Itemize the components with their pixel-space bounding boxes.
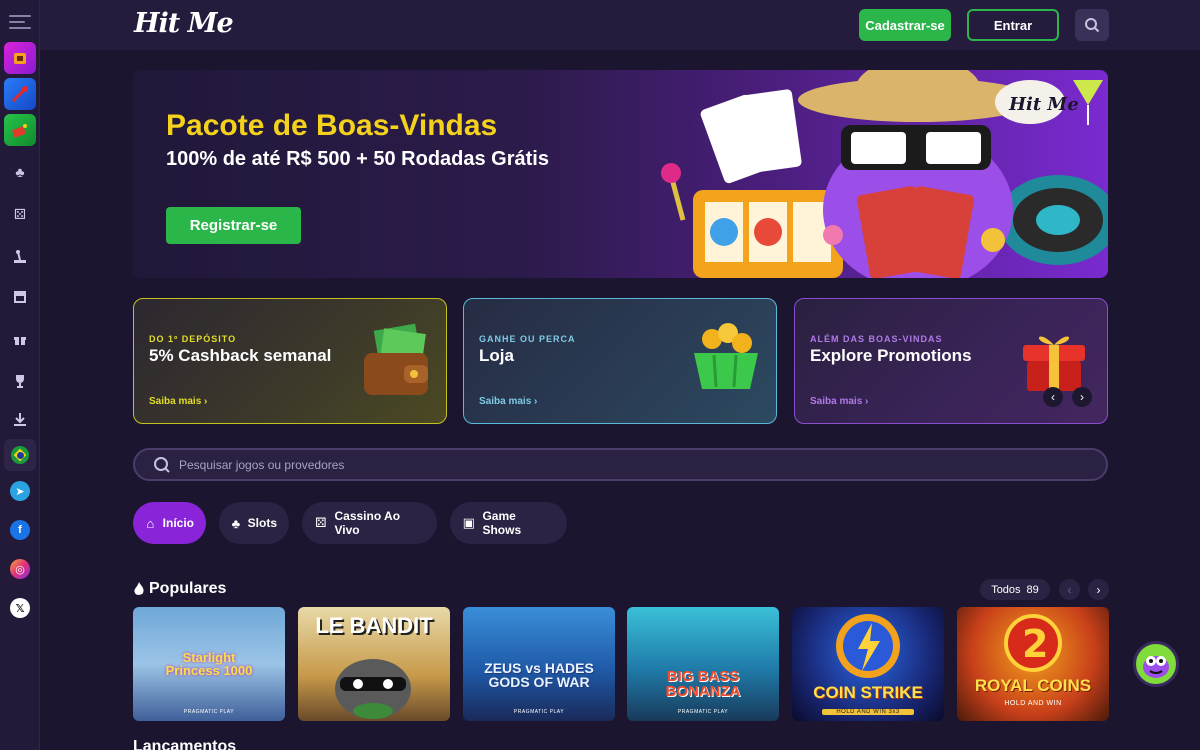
banner-title: Pacote de Boas-Vindas [166, 109, 498, 142]
game-provider: HOLD AND WIN 3x3 [822, 709, 914, 715]
promo-kicker: GANHE OU PERCA [479, 334, 576, 344]
banner-subtitle: 100% de até R$ 500 + 50 Rodadas Grátis [166, 148, 549, 170]
instagram-icon[interactable]: ◎ [4, 553, 36, 585]
download-icon[interactable] [4, 403, 36, 435]
store-icon[interactable] [4, 280, 36, 312]
game-title: BIG BASS BONANZA [665, 668, 741, 700]
game-tile[interactable]: BIG BASS BONANZA PRAGMATIC PLAY [627, 607, 779, 721]
promo-card-cashback[interactable]: DO 1º DEPÓSITO 5% Cashback semanal Saiba… [133, 298, 447, 424]
search-input[interactable] [179, 455, 979, 475]
tab-label: Slots [247, 516, 277, 530]
signup-button[interactable]: Cadastrar-se [859, 9, 951, 41]
game-search-bar[interactable] [133, 448, 1108, 481]
gift-box-icon [1023, 336, 1085, 391]
number-two-badge: 2 [1004, 614, 1062, 672]
game-provider: PRAGMATIC PLAY [183, 709, 235, 715]
game-tile[interactable]: LE BANDIT [298, 607, 450, 721]
section-label: Populares [149, 580, 227, 597]
welcome-banner[interactable]: Pacote de Boas-Vindas 100% de até R$ 500… [133, 70, 1108, 278]
register-button[interactable]: Registrar-se [166, 207, 301, 244]
search-button[interactable] [1075, 9, 1109, 41]
promo-kicker: ALÉM DAS BOAS-VINDAS [810, 334, 943, 344]
raccoon-illustration [335, 659, 411, 719]
see-all-count: 89 [1026, 583, 1039, 596]
tab-slots[interactable]: ♣ Slots [219, 502, 289, 544]
mascot-icon [1143, 656, 1169, 678]
promo-tile-1[interactable] [4, 42, 36, 74]
svg-text:2: 2 [1022, 622, 1048, 666]
sidebar: ♣ ⚄ ➤ f ◎ 𝕏 [0, 0, 40, 750]
live-casino-icon[interactable]: ⚄ [4, 198, 36, 230]
tab-label: Game Shows [482, 509, 522, 537]
fire-icon [134, 582, 144, 595]
cherries-icon: ♣ [231, 515, 241, 531]
learn-more-link[interactable]: Saiba mais › [149, 396, 207, 407]
home-icon: ⌂ [146, 515, 155, 531]
wallet-icon [364, 323, 428, 395]
section-title-new-releases: Lançamentos [133, 738, 237, 750]
next-arrow-button[interactable]: › [1088, 579, 1109, 600]
promo-title: Loja [479, 346, 514, 365]
prev-arrow-button[interactable]: ‹ [1059, 579, 1080, 600]
game-title: Starlight Princess 1000 [165, 650, 253, 678]
tab-live-casino[interactable]: ⚄ Cassino Ao Vivo [302, 502, 437, 544]
game-provider: HOLD AND WIN [1004, 700, 1062, 707]
game-title: ROYAL COINS [974, 676, 1092, 695]
game-provider: PRAGMATIC PLAY [513, 709, 565, 715]
roulette-icon: ⚄ [315, 515, 327, 530]
promo-card-store[interactable]: GANHE OU PERCA Loja Saiba mais › [463, 298, 777, 424]
tab-game-shows[interactable]: ▣ Game Shows [450, 502, 567, 544]
logo[interactable]: Hit Me [134, 8, 234, 39]
promo-title: 5% Cashback semanal [149, 346, 332, 365]
search-icon [1085, 18, 1100, 33]
game-tile[interactable]: Starlight Princess 1000 PRAGMATIC PLAY [133, 607, 285, 721]
brazil-flag-icon[interactable] [4, 439, 36, 471]
carousel-next-button[interactable]: › [1072, 387, 1092, 407]
game-title: ZEUS vs HADES GODS OF WAR [484, 660, 594, 690]
x-icon[interactable]: 𝕏 [4, 592, 36, 624]
search-icon [154, 457, 170, 473]
top-header: Hit Me Cadastrar-se Entrar [40, 0, 1200, 50]
gift-icon[interactable] [4, 323, 36, 355]
menu-icon[interactable] [4, 6, 36, 38]
telegram-icon[interactable]: ➤ [4, 475, 36, 507]
login-button[interactable]: Entrar [967, 9, 1059, 41]
learn-more-link[interactable]: Saiba mais › [479, 396, 537, 407]
shopping-basket-icon [694, 323, 758, 389]
promo-tile-3[interactable] [4, 114, 36, 146]
game-tile[interactable]: COIN STRIKE HOLD AND WIN 3x3 [792, 607, 944, 721]
promo-title: Explore Promotions [810, 346, 972, 365]
game-provider: PRAGMATIC PLAY [677, 709, 729, 715]
game-tile[interactable]: 2 ROYAL COINS HOLD AND WIN [957, 607, 1109, 721]
banner-badge-text: Hit Me [1008, 94, 1079, 115]
learn-more-link[interactable]: Saiba mais › [810, 396, 868, 407]
facebook-icon[interactable]: f [4, 514, 36, 546]
support-chat-button[interactable] [1133, 641, 1179, 687]
promo-card-promotions[interactable]: ALÉM DAS BOAS-VINDAS Explore Promotions … [794, 298, 1108, 424]
casino-icon[interactable]: ♣ [4, 156, 36, 188]
tab-label: Cassino Ao Vivo [334, 509, 401, 537]
see-all-button[interactable]: Todos 89 [980, 579, 1050, 600]
promo-kicker: DO 1º DEPÓSITO [149, 334, 237, 344]
game-title: LE BANDIT [315, 613, 433, 638]
banner-illustration: Hit Me [661, 70, 1108, 278]
game-shows-icon[interactable] [4, 241, 36, 273]
section-title-popular: Populares [133, 580, 226, 598]
tab-label: Início [162, 516, 194, 530]
see-all-label: Todos [991, 583, 1021, 596]
tab-home[interactable]: ⌂ Início [133, 502, 206, 544]
carousel-prev-button[interactable]: ‹ [1043, 387, 1063, 407]
game-tile[interactable]: ZEUS vs HADES GODS OF WAR PRAGMATIC PLAY [463, 607, 615, 721]
promo-tile-2[interactable] [4, 78, 36, 110]
trophy-icon[interactable] [4, 365, 36, 397]
lightning-coin-illustration [836, 614, 900, 678]
tv-icon: ▣ [462, 515, 475, 530]
game-title: COIN STRIKE [813, 683, 923, 702]
